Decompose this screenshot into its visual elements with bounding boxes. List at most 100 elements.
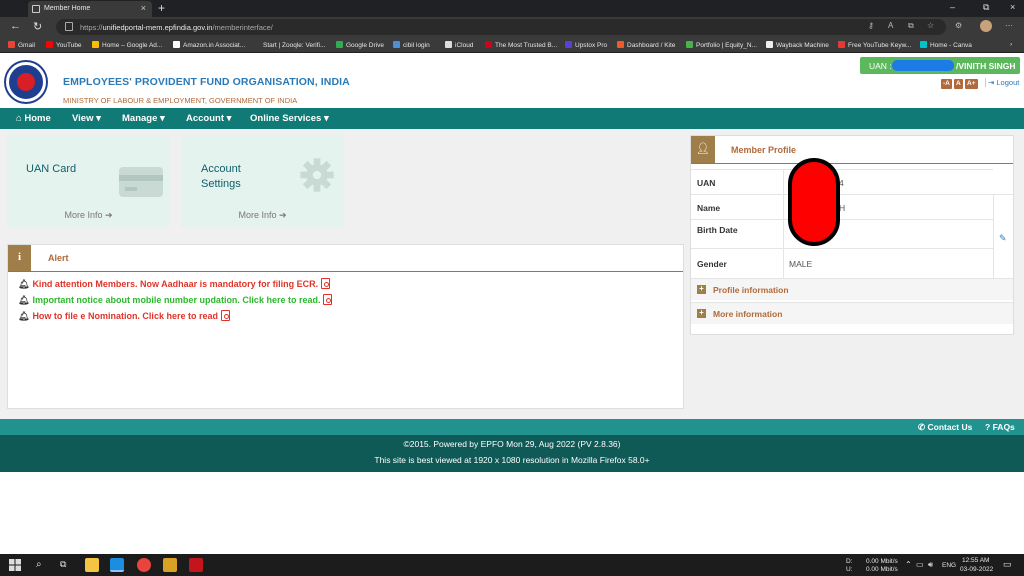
net-up-speed: 0.00 Mbit/s: [866, 566, 898, 573]
profile-header: 👤︎ Member Profile: [691, 136, 1013, 164]
contact-us-link[interactable]: ✆ Contact Us: [918, 422, 972, 433]
bookmark-cibil[interactable]: cibil login: [393, 41, 430, 49]
back-arrow-icon[interactable]: ←: [10, 20, 21, 32]
logout-link[interactable]: ⇥ Logout: [985, 78, 1019, 87]
bookmark-google-drive[interactable]: Google Drive: [336, 41, 384, 49]
favorites-star-icon[interactable]: ☆: [927, 21, 934, 30]
restore-button[interactable]: ⧉: [983, 2, 989, 13]
edge-browser-icon[interactable]: [110, 558, 124, 572]
more-bookmarks-icon[interactable]: ›: [1010, 41, 1012, 48]
bell-icon: 🔔︎: [18, 295, 30, 305]
bookmark-google-ads[interactable]: Home – Google Ad...: [92, 41, 162, 49]
powered-by-text: ©2015. Powered by EPFO Mon 29, Aug 2022 …: [403, 439, 621, 449]
uan-card-more-info[interactable]: More Info ➔: [7, 210, 170, 221]
gmail-icon: [8, 41, 15, 48]
more-menu-icon[interactable]: ⋯: [1005, 21, 1013, 30]
read-aloud-icon[interactable]: A: [888, 21, 893, 30]
alert-item[interactable]: 🔔︎ Kind attention Members. Now Aadhaar is…: [18, 278, 331, 290]
chevron-up-icon[interactable]: ⌃: [905, 560, 912, 569]
url-path: /memberinterface/: [212, 23, 273, 32]
collections-icon[interactable]: ⚙: [955, 21, 962, 30]
chrome-icon[interactable]: [137, 558, 151, 572]
redaction-mark: [788, 158, 840, 246]
profile-row-name: Name H: [691, 194, 993, 219]
faqs-link[interactable]: ? FAQs: [985, 422, 1015, 432]
bookmark-wayback[interactable]: Wayback Machine: [766, 41, 829, 49]
net-down-speed: 0.00 Mbit/s: [866, 558, 898, 565]
tab-member-home[interactable]: Member Home ×: [28, 1, 152, 17]
network-icon[interactable]: ▭: [916, 560, 924, 569]
edit-column: ✎: [993, 194, 1014, 278]
folder-icon[interactable]: [163, 558, 177, 572]
pdf-icon[interactable]: [321, 278, 331, 289]
account-settings-card[interactable]: Account Settings More Info ➔: [181, 135, 344, 227]
account-settings-title: Account Settings: [201, 163, 241, 190]
add-user-icon: 👤︎: [691, 136, 715, 163]
bookmark-kite[interactable]: Dashboard / Kite: [617, 41, 675, 49]
bookmark-canva[interactable]: Home - Canva: [920, 41, 972, 49]
minimize-button[interactable]: –: [950, 2, 955, 12]
extensions-icon[interactable]: ⧉: [908, 21, 914, 31]
bookmark-gmail[interactable]: Gmail: [8, 41, 35, 49]
bell-icon: 🔔︎: [18, 279, 30, 289]
edit-icon[interactable]: ✎: [999, 233, 1007, 244]
windows-start-icon[interactable]: [8, 558, 22, 572]
file-explorer-icon[interactable]: [85, 558, 99, 572]
alert-item[interactable]: 🔔︎ How to file e Nomination. Click here t…: [18, 310, 230, 322]
phone-icon: ✆: [918, 422, 926, 432]
nav-manage[interactable]: Manage ▾: [122, 113, 165, 124]
close-tab-icon[interactable]: ×: [141, 3, 146, 13]
alert-item[interactable]: 🔔︎ Important notice about mobile number u…: [18, 294, 333, 306]
caret-down-icon: ▾: [96, 113, 101, 124]
lock-icon: [65, 22, 73, 31]
clock-date[interactable]: 03-09-2022: [960, 566, 993, 573]
nav-home[interactable]: ⌂ Home: [16, 113, 51, 124]
language-indicator[interactable]: ENG: [942, 562, 956, 569]
bookmark-portfolio[interactable]: Portfolio | Equity_N...: [686, 41, 757, 49]
profile-information-toggle[interactable]: + Profile information: [691, 278, 1013, 300]
pdf-icon[interactable]: [323, 294, 333, 305]
address-bar-row: ← ↻ https://unifiedportal-mem.epfindia.g…: [0, 17, 1024, 37]
nav-view[interactable]: View ▾: [72, 113, 101, 124]
reload-icon[interactable]: ↻: [33, 20, 42, 33]
uan-redaction: [892, 60, 954, 71]
bookmarks-bar: Gmail YouTube Home – Google Ad... Amazon…: [0, 37, 1024, 53]
clock-time[interactable]: 12:55 AM: [962, 557, 989, 564]
bookmark-youtube-keywords[interactable]: Free YouTube Keyw...: [838, 41, 911, 49]
bookmark-zooqle[interactable]: Start | Zooqle: Verifi...: [253, 41, 325, 49]
caret-down-icon: ▾: [160, 113, 165, 124]
notifications-icon[interactable]: ▭: [1003, 559, 1012, 570]
uan-card[interactable]: UAN Card More Info ➔: [7, 135, 170, 227]
caret-down-icon: ▾: [323, 113, 329, 124]
logout-icon: ⇥: [988, 78, 995, 87]
portfolio-icon: [686, 41, 693, 48]
bookmark-upstox[interactable]: Upstox Pro: [565, 41, 607, 49]
more-information-toggle[interactable]: + More information: [691, 302, 1013, 324]
font-decrease-button[interactable]: -A: [941, 79, 952, 89]
nav-online-services[interactable]: Online Services ▾: [250, 113, 329, 124]
close-window-button[interactable]: ×: [1010, 2, 1015, 12]
info-icon: i: [8, 245, 31, 271]
address-input[interactable]: https://unifiedportal-mem.epfindia.gov.i…: [56, 19, 946, 35]
acrobat-icon[interactable]: [189, 558, 203, 572]
account-settings-more-info[interactable]: More Info ➔: [181, 210, 344, 221]
bell-icon: 🔔︎: [18, 311, 30, 321]
bookmark-amazon[interactable]: Amazon.in Associat...: [173, 41, 245, 49]
gear-icon: [300, 158, 334, 192]
tab-title: Member Home: [44, 5, 91, 12]
search-icon[interactable]: ⌕: [36, 559, 42, 570]
nav-account[interactable]: Account ▾: [186, 113, 231, 124]
font-increase-button[interactable]: A+: [965, 79, 978, 89]
font-normal-button[interactable]: A: [954, 79, 963, 89]
key-icon[interactable]: ⚷: [868, 21, 874, 30]
wayback-icon: [766, 41, 773, 48]
bookmark-icloud[interactable]: iCloud: [445, 41, 473, 49]
volume-icon[interactable]: 🔊︎: [928, 560, 933, 570]
new-tab-button[interactable]: +: [158, 1, 165, 15]
bookmark-most-trusted[interactable]: The Most Trusted B...: [485, 41, 557, 49]
profile-avatar[interactable]: [980, 20, 992, 32]
amazon-icon: [173, 41, 180, 48]
bookmark-youtube[interactable]: YouTube: [46, 41, 82, 49]
task-view-icon[interactable]: ⧉: [60, 559, 66, 570]
pdf-icon[interactable]: [220, 310, 230, 321]
